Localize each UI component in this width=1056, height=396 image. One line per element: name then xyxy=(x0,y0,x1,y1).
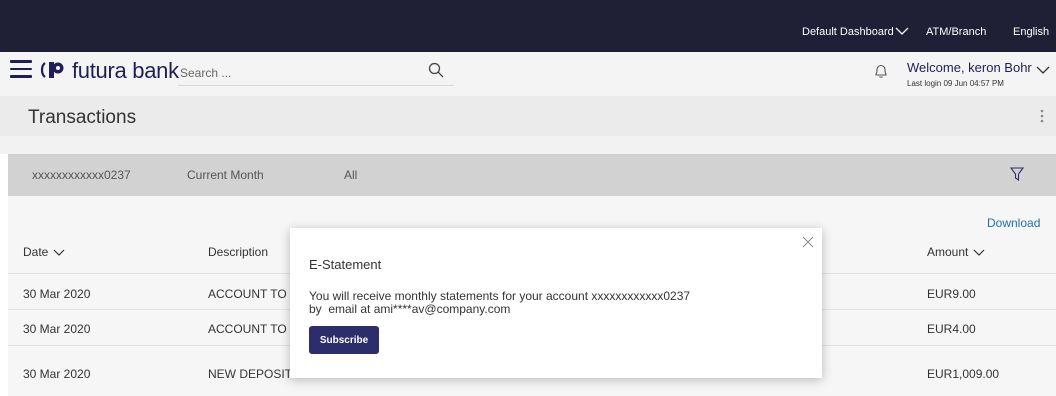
row-description: ACCOUNT TO , xyxy=(208,322,294,336)
period-filter[interactable]: Current Month xyxy=(187,168,264,182)
chevron-down-icon[interactable] xyxy=(1036,65,1050,75)
atm-branch-link[interactable]: ATM/Branch xyxy=(926,26,986,38)
top-bar: Default Dashboard ATM/Branch English xyxy=(0,0,1056,52)
page-title: Transactions xyxy=(28,107,137,128)
column-header-label: Amount xyxy=(927,245,969,259)
column-header-amount[interactable]: Amount xyxy=(927,245,985,259)
column-header-description[interactable]: Description xyxy=(208,245,268,259)
row-amount: EUR1,009.00 xyxy=(927,367,1000,381)
column-header-date[interactable]: Date xyxy=(23,245,65,259)
row-description: NEW DEPOSIT xyxy=(208,367,293,381)
dialog-title: E-Statement xyxy=(309,257,382,272)
chevron-down-icon xyxy=(973,249,985,256)
language-selector[interactable]: English xyxy=(1013,26,1049,38)
last-login-text: Last login 09 Jun 04:57 PM xyxy=(907,79,1004,88)
chevron-down-icon[interactable] xyxy=(895,26,909,36)
spacer xyxy=(0,136,1056,154)
search-input[interactable] xyxy=(178,60,454,86)
app-header: futura bank Welcome, keron Bohr Last log… xyxy=(0,52,1056,96)
row-description: ACCOUNT TO , xyxy=(208,287,294,301)
bell-icon[interactable] xyxy=(873,63,889,79)
search-icon[interactable] xyxy=(428,62,444,78)
kebab-menu-icon[interactable] xyxy=(1039,108,1045,124)
row-date: 30 Mar 2020 xyxy=(23,367,91,381)
dialog-delivery-text: by email at ami****av@company.com xyxy=(309,302,511,316)
default-dashboard-menu[interactable]: Default Dashboard xyxy=(802,26,894,38)
account-filter[interactable]: xxxxxxxxxxxx0237 xyxy=(32,168,131,182)
futura-logo-icon xyxy=(40,62,64,78)
type-filter[interactable]: All xyxy=(344,168,357,182)
brand-name: futura bank xyxy=(72,58,179,83)
filter-icon[interactable] xyxy=(1010,166,1024,182)
row-date: 30 Mar 2020 xyxy=(23,322,91,336)
close-icon[interactable] xyxy=(802,236,814,248)
filter-bar: xxxxxxxxxxxx0237 Current Month All xyxy=(8,154,1056,196)
subscribe-button[interactable]: Subscribe xyxy=(309,326,379,354)
page-title-bar: Transactions xyxy=(0,96,1056,136)
row-amount: EUR9.00 xyxy=(927,287,976,301)
hamburger-menu-icon[interactable] xyxy=(10,60,32,80)
welcome-text[interactable]: Welcome, keron Bohr xyxy=(907,60,1032,75)
column-header-label: Description xyxy=(208,245,269,259)
chevron-down-icon xyxy=(53,249,65,256)
column-header-label: Date xyxy=(23,245,49,259)
e-statement-dialog: E-Statement You will receive monthly sta… xyxy=(290,228,822,378)
download-link[interactable]: Download xyxy=(987,216,1040,230)
row-date: 30 Mar 2020 xyxy=(23,287,91,301)
row-amount: EUR4.00 xyxy=(927,322,976,336)
